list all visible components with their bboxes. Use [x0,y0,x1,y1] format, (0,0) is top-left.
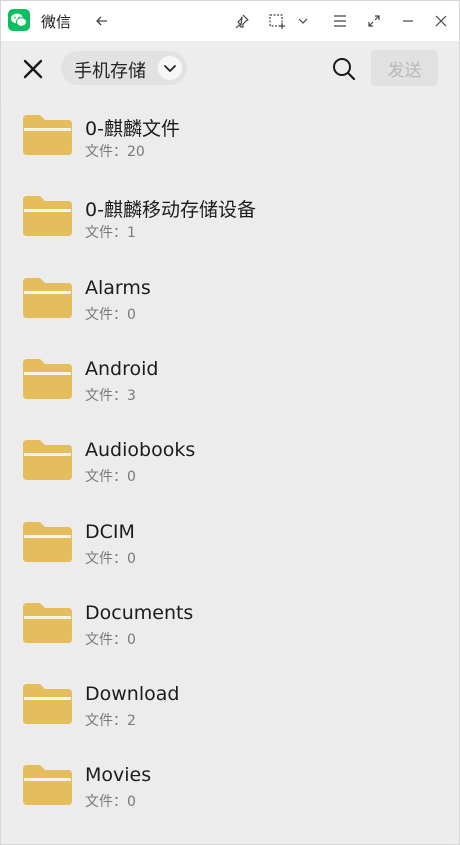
file-count-value: 1 [127,225,136,241]
close-icon [23,59,43,79]
back-arrow-icon [96,16,107,26]
wechat-logo-icon [8,9,30,31]
back-button[interactable] [90,9,114,33]
folder-icon [23,522,72,562]
folder-icon [23,765,72,805]
expand-icon [368,15,380,27]
minimize-icon [403,20,413,22]
file-count: 文件：0 [85,791,136,811]
file-count-prefix: 文件： [85,794,127,810]
file-count: 文件：3 [85,385,136,405]
file-count: 文件：1 [85,222,136,242]
file-list-item[interactable]: Download 文件：2 [7,666,453,747]
file-count-value: 0 [127,632,136,648]
pin-button[interactable] [230,9,254,33]
file-count: 文件：0 [85,548,136,568]
folder-icon [23,440,72,480]
folder-name: 0-麒麟文件 [85,118,180,140]
folder-name: 0-麒麟移动存储设备 [85,199,256,221]
screenshot-button[interactable] [265,9,289,33]
file-list-item[interactable]: Audiobooks 文件：0 [7,422,453,503]
title-bar: 微信 [1,1,459,41]
file-count-prefix: 文件： [85,144,127,160]
file-count-value: 0 [127,469,136,485]
file-count-value: 20 [127,144,145,160]
file-count-prefix: 文件： [85,469,127,485]
chevron-down-icon [298,18,308,24]
file-count-prefix: 文件： [85,225,127,241]
file-count-value: 3 [127,388,136,404]
file-count-value: 0 [127,551,136,567]
menu-icon [334,15,346,27]
folder-icon [23,684,72,724]
folder-icon [23,603,72,643]
file-list-item[interactable]: 0-麒麟移动存储设备 文件：1 [7,178,453,259]
app-title: 微信 [41,13,72,31]
picker-toolbar: 手机存储 发送 [1,41,459,97]
close-picker-button[interactable] [19,55,47,83]
expand-button[interactable] [362,9,386,33]
folder-icon [23,278,72,318]
wechat-window: 微信 手机存储 发送 0-麒麟文件 文件：20 0-麒麟移动存储设备 文件：1 … [0,0,460,845]
file-list-item[interactable]: Documents 文件：0 [7,585,453,666]
folder-icon [23,115,72,155]
file-count-value: 2 [127,713,136,729]
file-count: 文件：0 [85,466,136,486]
send-button[interactable]: 发送 [371,50,438,86]
storage-selector[interactable]: 手机存储 [61,51,187,85]
pin-icon [235,14,249,29]
file-count: 文件：20 [85,141,145,161]
search-button[interactable] [331,56,357,82]
search-icon [333,58,356,81]
menu-button[interactable] [328,9,352,33]
file-list: 0-麒麟文件 文件：20 0-麒麟移动存储设备 文件：1 Alarms 文件：0 Andro… [7,97,453,842]
screenshot-options-button[interactable] [291,9,315,33]
file-count-value: 0 [127,794,136,810]
folder-name: DCIM [85,521,135,543]
file-list-item[interactable]: 0-麒麟文件 文件：20 [7,97,453,178]
folder-icon [23,359,72,399]
folder-name: Documents [85,602,194,624]
file-count-prefix: 文件： [85,632,127,648]
close-window-button[interactable] [429,9,453,33]
file-count-prefix: 文件： [85,307,127,323]
folder-name: Alarms [85,277,151,299]
file-count-prefix: 文件： [85,713,127,729]
file-list-item[interactable]: DCIM 文件：0 [7,504,453,585]
chevron-down-icon [158,56,182,80]
file-count: 文件：2 [85,710,136,730]
file-count-prefix: 文件： [85,551,127,567]
close-icon [435,15,447,27]
file-count-value: 0 [127,307,136,323]
folder-icon [23,196,72,236]
storage-label: 手机存储 [74,61,146,82]
file-count: 文件：0 [85,629,136,649]
folder-name: Android [85,358,159,380]
folder-name: Audiobooks [85,439,196,461]
file-list-item[interactable]: Alarms 文件：0 [7,260,453,341]
folder-name: Movies [85,764,152,786]
file-count: 文件：0 [85,304,136,324]
file-count-prefix: 文件： [85,388,127,404]
minimize-button[interactable] [396,9,420,33]
file-list-item[interactable]: Movies 文件：0 [7,747,453,828]
file-list-item[interactable]: Android 文件：3 [7,341,453,422]
folder-name: Download [85,683,180,705]
screenshot-icon [269,14,285,29]
